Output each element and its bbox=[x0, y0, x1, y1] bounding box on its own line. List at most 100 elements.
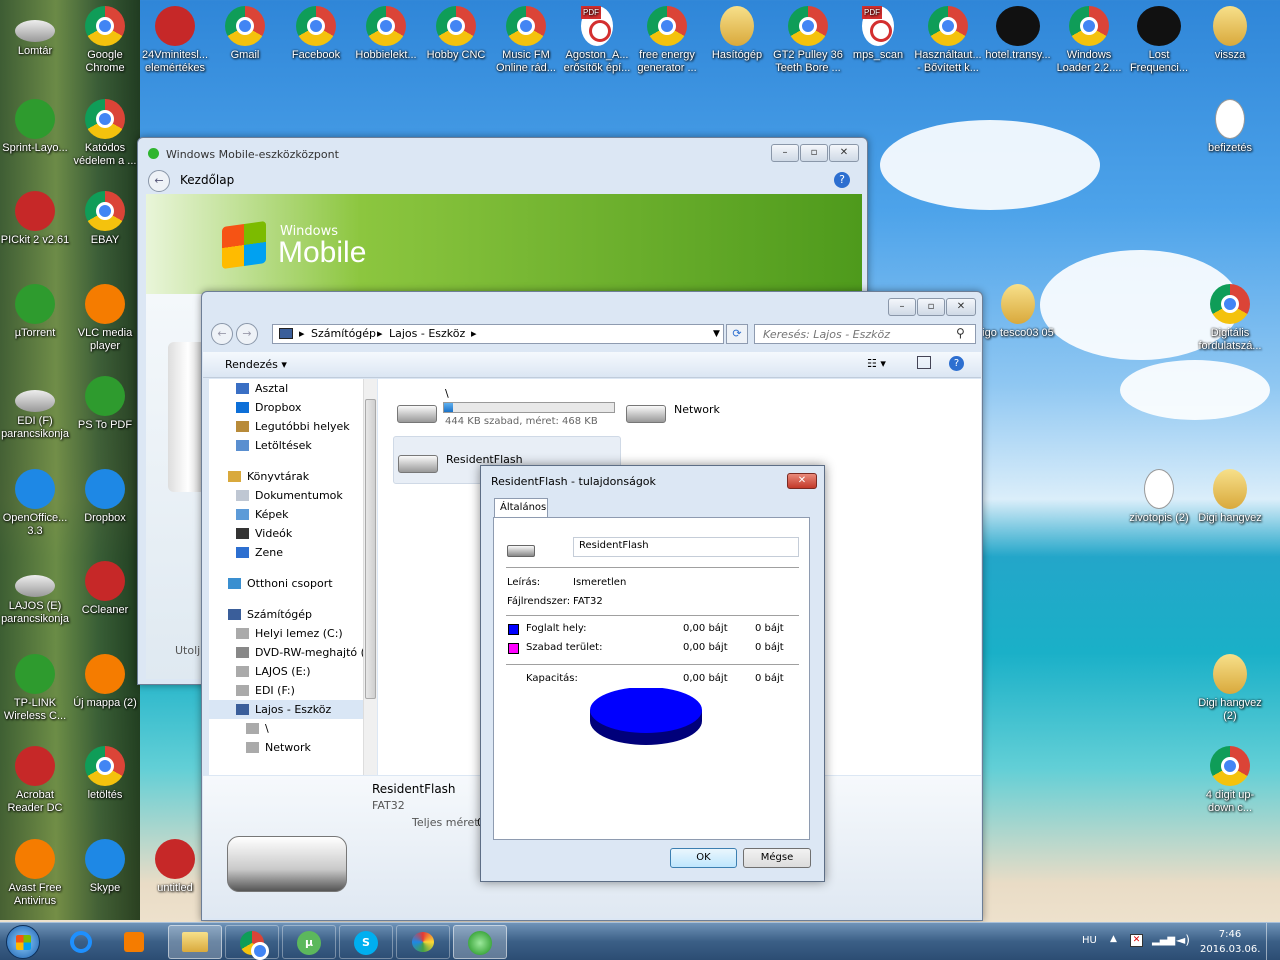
views-button[interactable]: ☷ ▾ bbox=[867, 357, 886, 370]
desktop-icon[interactable]: OpenOffice... 3.3 bbox=[0, 469, 71, 538]
taskbar-paint[interactable] bbox=[396, 925, 450, 959]
desktop-icon[interactable]: PICkit 2 v2.61 bbox=[0, 191, 71, 247]
desktop-icon[interactable]: Használtaut... - Bővített k... bbox=[912, 6, 984, 75]
desktop-icon[interactable]: Gmail bbox=[209, 6, 281, 62]
desktop-icon[interactable]: GT2 Pulley 36 Teeth Bore ... bbox=[772, 6, 844, 75]
desktop-icon[interactable]: PS To PDF bbox=[69, 376, 141, 432]
desktop-icon[interactable]: Digi hangvez (2) bbox=[1194, 654, 1266, 723]
ok-button[interactable]: OK bbox=[670, 848, 737, 868]
nav-item[interactable]: Dropbox bbox=[209, 398, 376, 417]
language-indicator[interactable]: HU bbox=[1082, 935, 1097, 946]
search-input[interactable] bbox=[754, 324, 976, 344]
back-button[interactable]: ← bbox=[211, 323, 233, 345]
cancel-button[interactable]: Mégse bbox=[743, 848, 811, 868]
back-button[interactable]: ← bbox=[148, 170, 170, 192]
show-desktop-button[interactable] bbox=[1266, 923, 1280, 960]
show-hidden-icons[interactable]: ▲ bbox=[1110, 934, 1117, 944]
refresh-button[interactable]: ⟳ bbox=[726, 324, 748, 344]
desktop-icon[interactable]: Katódos védelem a ... bbox=[69, 99, 141, 168]
desktop-icon[interactable]: Új mappa (2) bbox=[69, 654, 141, 710]
desktop-icon[interactable]: Facebook bbox=[280, 6, 352, 62]
desktop-icon[interactable]: hotel.transy... bbox=[982, 6, 1054, 62]
chevron-down-icon[interactable]: ▼ bbox=[713, 325, 720, 343]
desktop-icon[interactable]: µTorrent bbox=[0, 284, 71, 340]
desktop-icon[interactable]: Hasítógép bbox=[701, 6, 773, 62]
maximize-button[interactable]: ▫ bbox=[917, 298, 945, 316]
minimize-button[interactable]: – bbox=[888, 298, 916, 316]
nav-item[interactable]: DVD-RW-meghajtó (D bbox=[209, 643, 376, 662]
desktop-icon[interactable]: Skype bbox=[69, 839, 141, 895]
desktop-icon[interactable]: TP-LINK Wireless C... bbox=[0, 654, 71, 723]
desktop-icon[interactable]: Windows Loader 2.2.... bbox=[1053, 6, 1125, 75]
desktop-icon[interactable]: mps_scan bbox=[842, 6, 914, 62]
desktop-icon[interactable]: Lomtár bbox=[0, 6, 71, 58]
close-button[interactable]: ✕ bbox=[787, 473, 817, 489]
desktop-icon[interactable]: Digi hangvez bbox=[1194, 469, 1266, 525]
desktop-icon[interactable]: letöltés bbox=[69, 746, 141, 802]
nav-item[interactable]: Lajos - Eszköz bbox=[209, 700, 376, 719]
taskbar-ie[interactable] bbox=[62, 926, 100, 958]
organize-button[interactable]: Rendezés ▾ bbox=[225, 358, 287, 371]
nav-item[interactable]: Letöltések bbox=[209, 436, 376, 455]
nav-item[interactable]: Zene bbox=[209, 543, 376, 562]
desktop-icon[interactable]: Music FM Online rád... bbox=[490, 6, 562, 75]
taskbar-wmdc[interactable] bbox=[453, 925, 507, 959]
desktop-icon[interactable]: Digitális fordulatszá... bbox=[1194, 284, 1266, 353]
nav-item[interactable]: \ bbox=[209, 719, 376, 738]
desktop-icon[interactable]: EBAY bbox=[69, 191, 141, 247]
minimize-button[interactable]: – bbox=[771, 144, 799, 162]
tab-general[interactable]: Általános bbox=[494, 498, 548, 518]
breadcrumb-device[interactable]: Lajos - Eszköz bbox=[389, 325, 465, 343]
drive-item-root[interactable]: \ 444 KB szabad, méret: 468 KB bbox=[393, 385, 628, 433]
nav-item[interactable]: Helyi lemez (C:) bbox=[209, 624, 376, 643]
nav-item[interactable]: Otthoni csoport bbox=[209, 574, 376, 593]
nav-item[interactable]: Képek bbox=[209, 505, 376, 524]
clock-date[interactable]: 2016.03.06. bbox=[1200, 944, 1260, 955]
breadcrumb-computer[interactable]: Számítógép bbox=[311, 325, 376, 343]
desktop-icon[interactable]: Acrobat Reader DC bbox=[0, 746, 71, 815]
nav-item[interactable]: LAJOS (E:) bbox=[209, 662, 376, 681]
name-field[interactable]: ResidentFlash bbox=[573, 537, 799, 557]
desktop-icon[interactable]: LAJOS (E) parancsikonja bbox=[0, 561, 71, 626]
nav-item[interactable]: Könyvtárak bbox=[209, 467, 376, 486]
nav-scrollbar[interactable] bbox=[363, 379, 377, 775]
desktop-icon[interactable]: befizetés bbox=[1194, 99, 1266, 155]
drive-item-network[interactable]: Network bbox=[622, 385, 752, 433]
desktop-icon[interactable]: Google Chrome bbox=[69, 6, 141, 75]
taskbar-chrome[interactable] bbox=[225, 925, 279, 960]
desktop-icon[interactable]: Lost Frequenci... bbox=[1123, 6, 1195, 75]
network-icon[interactable]: ▂▄▆ bbox=[1152, 935, 1175, 946]
help-icon[interactable]: ? bbox=[949, 356, 964, 371]
desktop-icon[interactable]: Agoston_A... erősítők épí... bbox=[561, 6, 633, 75]
taskbar-utorrent[interactable]: µ bbox=[282, 925, 336, 959]
close-button[interactable]: ✕ bbox=[829, 144, 859, 162]
desktop-icon[interactable]: vissza bbox=[1194, 6, 1266, 62]
desktop-icon[interactable]: Avast Free Antivirus bbox=[0, 839, 71, 908]
desktop-icon[interactable]: VLC media player bbox=[69, 284, 141, 353]
taskbar-explorer[interactable] bbox=[168, 925, 222, 959]
nav-item[interactable]: Dokumentumok bbox=[209, 486, 376, 505]
volume-icon[interactable]: ◄) bbox=[1176, 933, 1190, 947]
preview-pane-button[interactable] bbox=[917, 356, 931, 369]
start-button[interactable] bbox=[6, 925, 40, 959]
close-button[interactable]: ✕ bbox=[946, 298, 976, 316]
desktop-icon[interactable]: EDI (F) parancsikonja bbox=[0, 376, 71, 441]
desktop-icon[interactable]: 24Vminitesl... elemértékes bbox=[139, 6, 211, 75]
help-icon[interactable]: ? bbox=[834, 172, 850, 188]
navigation-pane[interactable]: Asztal Dropbox Legutóbbi helyek Letöltések K… bbox=[209, 379, 377, 775]
desktop-icon[interactable]: Sprint-Layo... bbox=[0, 99, 71, 155]
desktop-icon[interactable]: CCleaner bbox=[69, 561, 141, 617]
clock-time[interactable]: 7:46 bbox=[1212, 929, 1248, 940]
desktop-icon[interactable]: 4 digit up-down c... bbox=[1194, 746, 1266, 815]
desktop-icon[interactable]: igo tesco03 05 bbox=[982, 284, 1054, 340]
desktop-icon[interactable]: Hobbielekt... bbox=[350, 6, 422, 62]
nav-item[interactable]: Asztal bbox=[209, 379, 376, 398]
nav-item[interactable]: Videók bbox=[209, 524, 376, 543]
nav-item[interactable]: EDI (F:) bbox=[209, 681, 376, 700]
maximize-button[interactable]: ▫ bbox=[800, 144, 828, 162]
address-bar[interactable]: ▸ Számítógép ▸ Lajos - Eszköz ▸ ▼ bbox=[272, 324, 724, 344]
nav-item[interactable]: Számítógép bbox=[209, 605, 376, 624]
desktop-icon[interactable]: Hobby CNC bbox=[420, 6, 492, 62]
scrollbar-thumb[interactable] bbox=[365, 399, 376, 699]
desktop-icon[interactable]: Dropbox bbox=[69, 469, 141, 525]
